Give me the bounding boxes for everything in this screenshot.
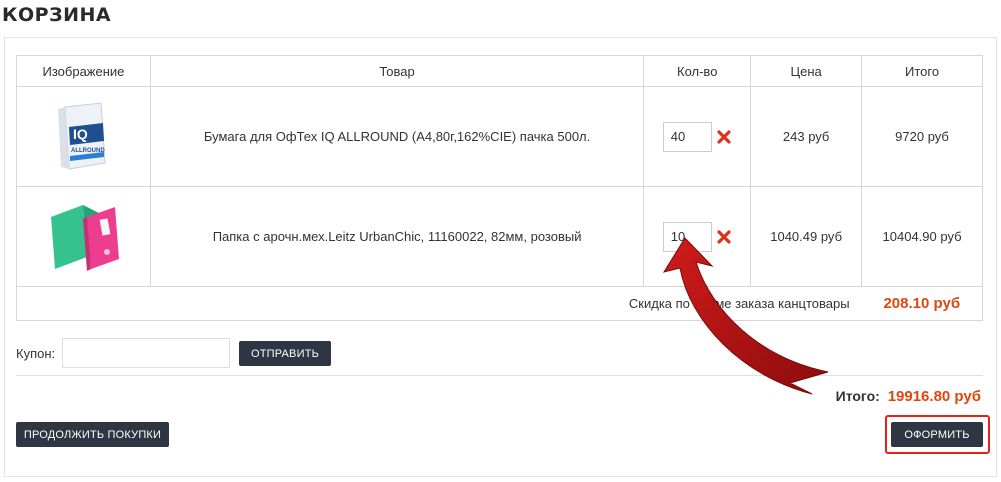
divider <box>16 375 983 376</box>
checkout-button[interactable]: ОФОРМИТЬ <box>891 422 983 447</box>
order-total-value: 19916.80 руб <box>887 388 981 405</box>
product-image-cell <box>16 186 151 287</box>
discount-label: Скидка по сумме заказа канцтовары <box>15 286 862 321</box>
brand-label: IQ <box>73 126 88 142</box>
unit-price: 243 руб <box>750 86 863 187</box>
column-header-image: Изображение <box>16 55 151 87</box>
qty-cell <box>643 86 752 187</box>
quantity-input[interactable] <box>662 121 712 152</box>
unit-price: 1040.49 руб <box>750 186 863 287</box>
column-header-price: Цена <box>750 55 863 87</box>
remove-item-icon[interactable] <box>716 229 732 245</box>
column-header-total: Итого <box>861 55 983 87</box>
cart-table-header: Изображение Товар Кол-во Цена Итого <box>16 55 983 87</box>
table-row: IQ ALLROUND Бумага для ОфТех IQ ALLROUND… <box>16 86 983 187</box>
order-total-label: Итого: <box>835 388 880 404</box>
line-total: 10404.90 руб <box>861 186 983 287</box>
qty-cell <box>643 186 752 287</box>
discount-value: 208.10 руб <box>861 286 983 321</box>
order-total: Итого: 19916.80 руб <box>836 388 981 405</box>
coupon-label: Купон: <box>16 346 56 361</box>
product-name[interactable]: Бумага для ОфТех IQ ALLROUND (А4,80г,162… <box>149 86 645 187</box>
product-image-cell: IQ ALLROUND <box>16 86 151 187</box>
page-title: КОРЗИНА <box>2 4 112 26</box>
coupon-submit-button[interactable]: ОТПРАВИТЬ <box>239 341 331 366</box>
continue-shopping-button[interactable]: ПРОДОЛЖИТЬ ПОКУПКИ <box>16 422 169 447</box>
column-header-product: Товар <box>149 55 645 87</box>
remove-item-icon[interactable] <box>716 129 732 145</box>
lever-arch-folder-icon[interactable] <box>43 197 123 277</box>
column-header-qty: Кол-во <box>643 55 752 87</box>
table-row: Папка с арочн.мех.Leitz UrbanChic, 11160… <box>16 186 983 287</box>
line-total: 9720 руб <box>861 86 983 187</box>
quantity-input[interactable] <box>662 221 712 252</box>
paper-pack-iq-icon[interactable]: IQ ALLROUND <box>43 97 123 177</box>
product-name[interactable]: Папка с арочн.мех.Leitz UrbanChic, 11160… <box>149 186 645 287</box>
coupon-input[interactable] <box>62 338 230 368</box>
discount-row: Скидка по сумме заказа канцтовары 208.10… <box>15 286 983 321</box>
cart-table: Изображение Товар Кол-во Цена Итого IQ A… <box>15 55 983 321</box>
